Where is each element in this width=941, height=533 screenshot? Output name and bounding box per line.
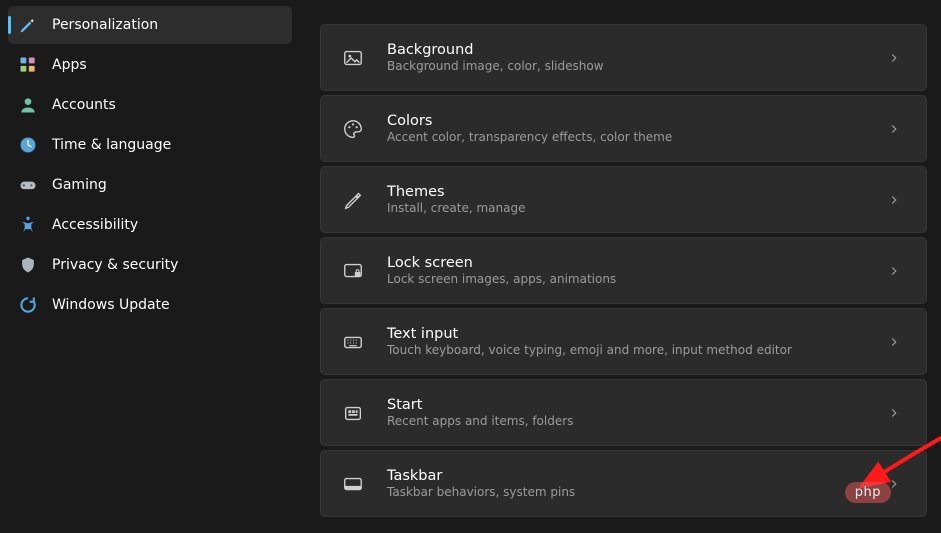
clock-globe-icon (18, 135, 38, 155)
card-subtitle: Touch keyboard, voice typing, emoji and … (387, 343, 860, 357)
image-icon (341, 46, 365, 70)
accessibility-icon (18, 215, 38, 235)
card-subtitle: Accent color, transparency effects, colo… (387, 130, 860, 144)
sidebar: Personalization Apps Accounts Time & lan… (0, 0, 300, 533)
sidebar-item-windows-update[interactable]: Windows Update (8, 286, 292, 324)
sidebar-item-apps[interactable]: Apps (8, 46, 292, 84)
chevron-right-icon (882, 401, 906, 425)
card-lock-screen[interactable]: Lock screen Lock screen images, apps, an… (320, 237, 927, 304)
card-subtitle: Taskbar behaviors, system pins (387, 485, 860, 499)
watermark: php (845, 482, 891, 503)
card-start[interactable]: Start Recent apps and items, folders (320, 379, 927, 446)
sidebar-item-label: Time & language (52, 137, 171, 153)
card-themes[interactable]: Themes Install, create, manage (320, 166, 927, 233)
card-text: Background Background image, color, slid… (387, 42, 860, 73)
sidebar-item-accounts[interactable]: Accounts (8, 86, 292, 124)
taskbar-icon (341, 472, 365, 496)
brush-icon (341, 188, 365, 212)
brush-icon (18, 15, 38, 35)
card-text: Start Recent apps and items, folders (387, 397, 860, 428)
card-text: Taskbar Taskbar behaviors, system pins (387, 468, 860, 499)
card-colors[interactable]: Colors Accent color, transparency effect… (320, 95, 927, 162)
card-title: Text input (387, 326, 860, 342)
card-title: Colors (387, 113, 860, 129)
sidebar-item-personalization[interactable]: Personalization (8, 6, 292, 44)
main-content: Background Background image, color, slid… (300, 0, 941, 533)
card-title: Taskbar (387, 468, 860, 484)
sidebar-item-label: Windows Update (52, 297, 170, 313)
card-subtitle: Background image, color, slideshow (387, 59, 860, 73)
palette-icon (341, 117, 365, 141)
card-subtitle: Recent apps and items, folders (387, 414, 860, 428)
sidebar-item-gaming[interactable]: Gaming (8, 166, 292, 204)
card-title: Background (387, 42, 860, 58)
shield-icon (18, 255, 38, 275)
sidebar-item-accessibility[interactable]: Accessibility (8, 206, 292, 244)
chevron-right-icon (882, 259, 906, 283)
card-title: Themes (387, 184, 860, 200)
card-taskbar[interactable]: Taskbar Taskbar behaviors, system pins (320, 450, 927, 517)
gamepad-icon (18, 175, 38, 195)
sidebar-item-label: Privacy & security (52, 257, 178, 273)
card-text: Themes Install, create, manage (387, 184, 860, 215)
start-icon (341, 401, 365, 425)
card-background[interactable]: Background Background image, color, slid… (320, 24, 927, 91)
card-title: Lock screen (387, 255, 860, 271)
chevron-right-icon (882, 330, 906, 354)
card-subtitle: Install, create, manage (387, 201, 860, 215)
sidebar-item-label: Personalization (52, 17, 158, 33)
sidebar-item-time-language[interactable]: Time & language (8, 126, 292, 164)
keyboard-icon (341, 330, 365, 354)
update-icon (18, 295, 38, 315)
sidebar-item-privacy-security[interactable]: Privacy & security (8, 246, 292, 284)
card-text: Text input Touch keyboard, voice typing,… (387, 326, 860, 357)
sidebar-item-label: Accessibility (52, 217, 138, 233)
sidebar-item-label: Apps (52, 57, 87, 73)
apps-icon (18, 55, 38, 75)
chevron-right-icon (882, 188, 906, 212)
card-text: Colors Accent color, transparency effect… (387, 113, 860, 144)
chevron-right-icon (882, 117, 906, 141)
card-text-input[interactable]: Text input Touch keyboard, voice typing,… (320, 308, 927, 375)
chevron-right-icon (882, 46, 906, 70)
lock-screen-icon (341, 259, 365, 283)
person-icon (18, 95, 38, 115)
card-subtitle: Lock screen images, apps, animations (387, 272, 860, 286)
sidebar-item-label: Gaming (52, 177, 107, 193)
sidebar-item-label: Accounts (52, 97, 116, 113)
card-text: Lock screen Lock screen images, apps, an… (387, 255, 860, 286)
card-title: Start (387, 397, 860, 413)
